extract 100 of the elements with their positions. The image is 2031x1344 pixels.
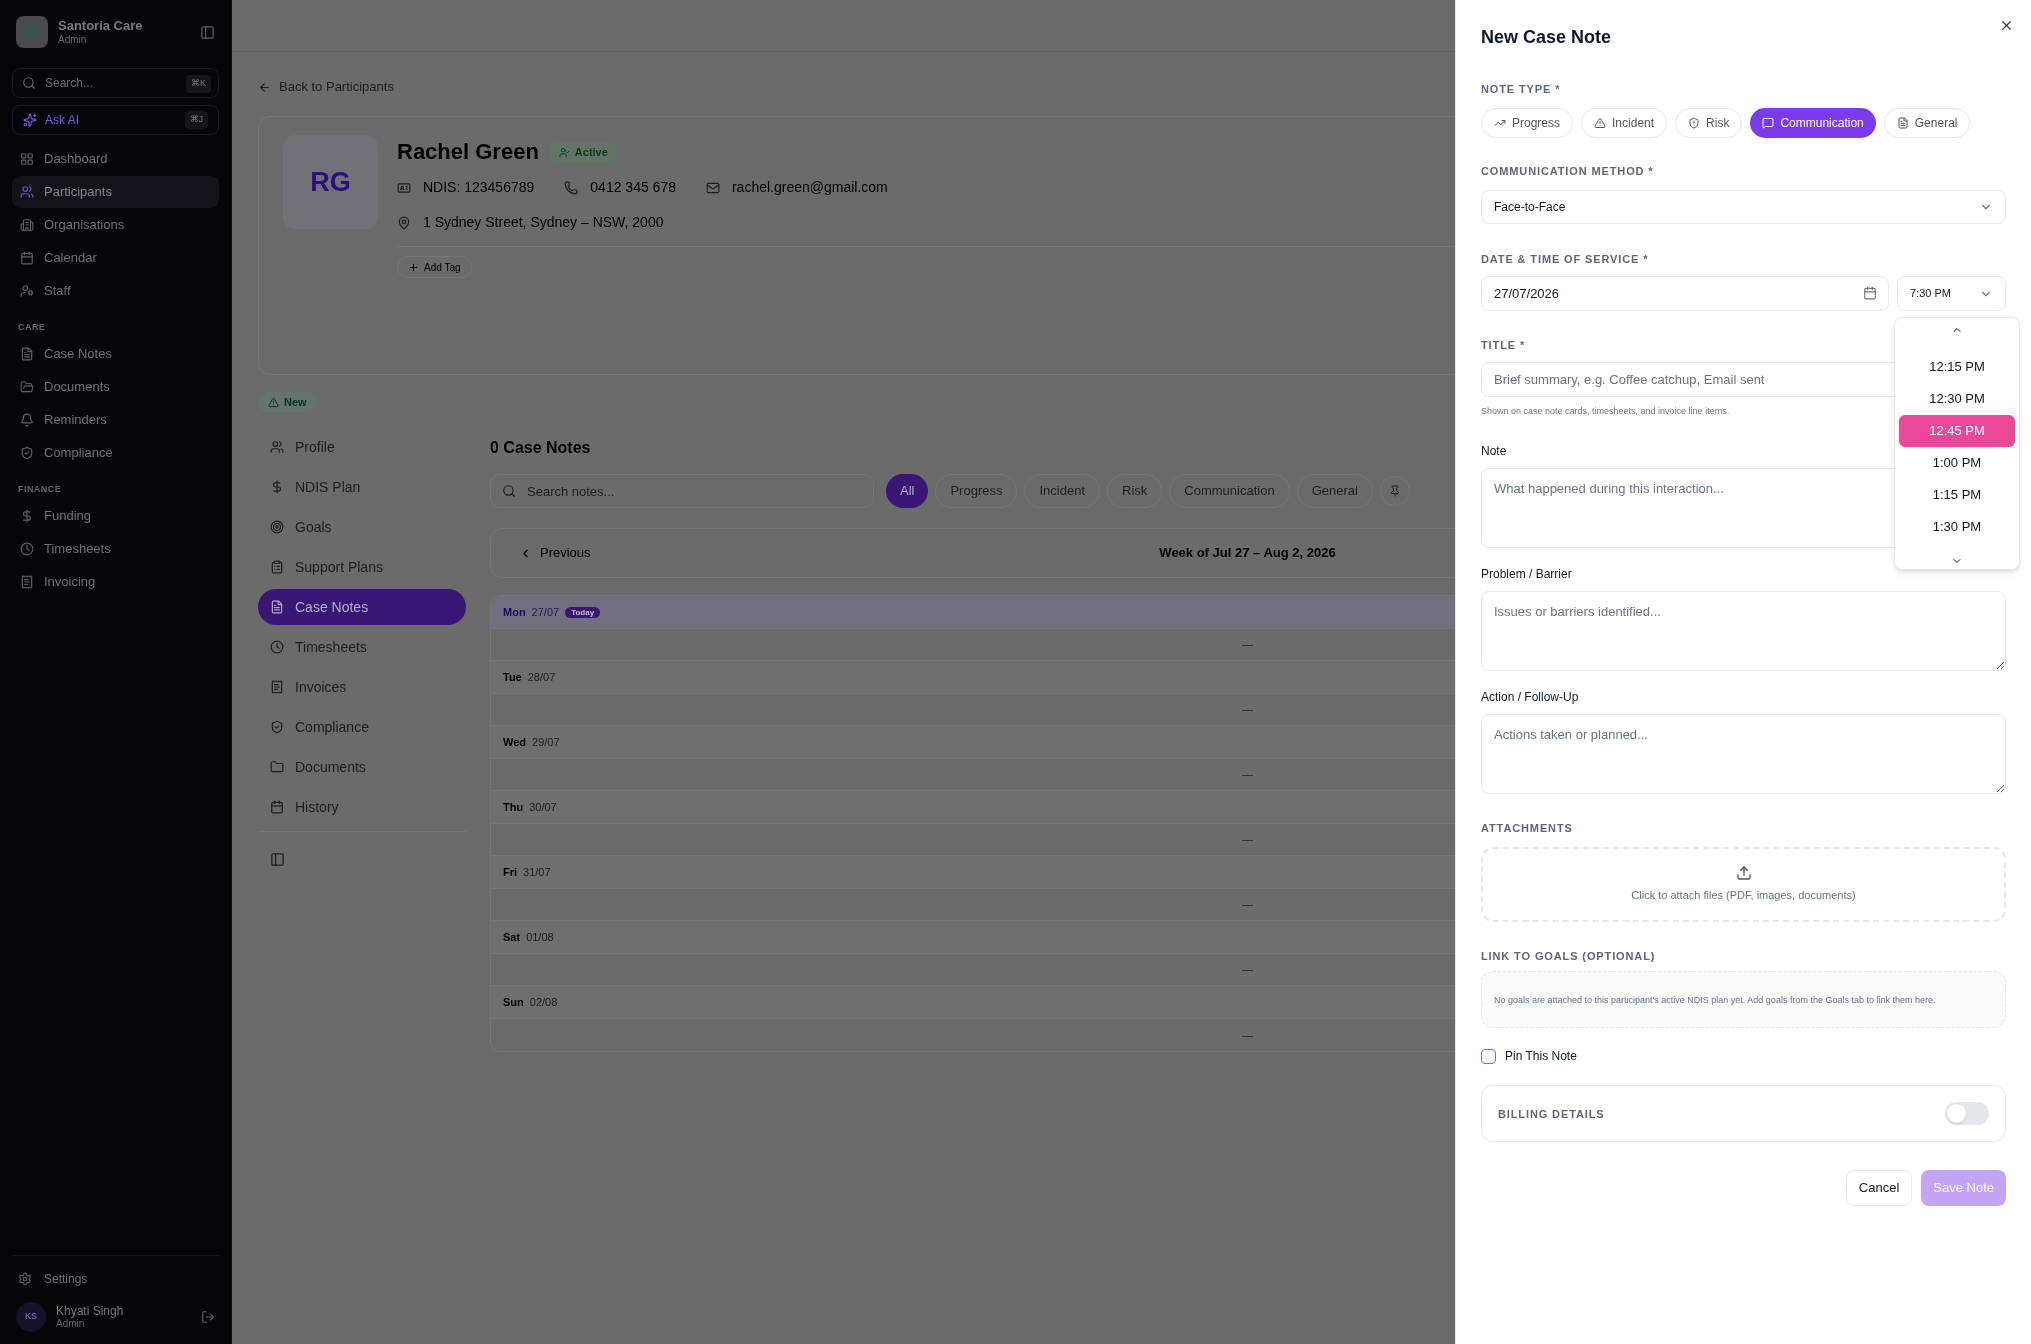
pin-checkbox[interactable] xyxy=(1481,1048,1496,1064)
sidebar-item[interactable]: Dashboard xyxy=(12,143,219,175)
chat-icon xyxy=(1762,117,1775,129)
sidebar-item[interactable]: Participants xyxy=(12,176,219,208)
dollar-icon xyxy=(20,509,34,523)
previous-week-button[interactable]: Previous xyxy=(519,543,591,563)
profile-tab[interactable]: Profile xyxy=(258,429,466,465)
plus-icon xyxy=(408,261,419,273)
day-name: Wed xyxy=(503,734,527,750)
profile-tab[interactable]: Timesheets xyxy=(258,629,466,665)
search-icon xyxy=(22,76,36,90)
ask-ai-button[interactable]: Ask AI ⌘J xyxy=(12,105,219,135)
sidebar-item[interactable]: Compliance xyxy=(12,437,219,469)
ndis-number: NDIS: 123456789 xyxy=(423,178,535,197)
id-card-icon xyxy=(397,180,411,195)
sidebar-item[interactable]: Calendar xyxy=(12,242,219,274)
shield-check-icon xyxy=(20,446,34,460)
clipboard-icon xyxy=(270,560,284,574)
filter-chip[interactable]: All xyxy=(886,474,929,508)
mail-icon xyxy=(705,180,720,195)
section-heading: FINANCE xyxy=(17,483,63,496)
profile-tab[interactable]: Invoices xyxy=(258,669,466,705)
warning-icon xyxy=(1594,117,1607,129)
profile-tab[interactable]: NDIS Plan xyxy=(258,469,466,505)
empty-dash: — xyxy=(1242,962,1253,978)
clock-icon xyxy=(270,640,284,654)
text-area[interactable]: Actions taken or planned... xyxy=(1481,714,2006,794)
date-field[interactable]: 27/07/2026 xyxy=(1481,276,1889,311)
note-type-chip[interactable]: Communication xyxy=(1750,108,1876,138)
sidebar-item[interactable]: Reminders xyxy=(12,404,219,436)
today-badge: Today xyxy=(565,606,601,618)
folder-icon xyxy=(270,760,284,774)
street-address: 1 Sydney Street, Sydney – NSW, 2000 xyxy=(423,213,664,232)
shield-check-icon xyxy=(270,720,284,734)
day-date: 31/07 xyxy=(523,864,551,880)
field-label: COMMUNICATION METHOD * xyxy=(1481,164,1654,178)
sidebar-item[interactable]: Organisations xyxy=(12,209,219,241)
calendar-icon xyxy=(270,800,284,814)
time-select[interactable]: 7:30 PM xyxy=(1897,276,2006,311)
shortcut-key: ⌘K xyxy=(186,75,211,93)
sidebar-item[interactable]: Invoicing xyxy=(12,566,219,598)
pin-label: Pin This Note xyxy=(1505,1048,1577,1065)
trend-icon xyxy=(1494,117,1506,129)
sidebar-item[interactable]: Staff xyxy=(12,275,219,307)
gear-icon xyxy=(18,1272,32,1286)
people-icon xyxy=(270,440,284,454)
settings-link[interactable]: Settings xyxy=(12,1270,94,1288)
day-date: 29/07 xyxy=(532,734,560,750)
shortcut-key: ⌘J xyxy=(184,111,208,129)
day-name: Tue xyxy=(503,669,522,685)
field-label: Problem / Barrier xyxy=(1481,567,1572,581)
profile-tab[interactable]: Support Plans xyxy=(258,549,466,585)
sidebar-item[interactable]: Documents xyxy=(12,371,219,403)
billing-toggle[interactable] xyxy=(1945,1102,1989,1125)
field-label: Note xyxy=(1481,444,1507,458)
field-hint: Shown on case note cards, timesheets, and invoice line items. xyxy=(1481,405,1730,417)
cancel-button[interactable]: Cancel xyxy=(1845,1170,1913,1206)
profile-tab[interactable]: Case Notes xyxy=(258,589,466,625)
sidebar-item[interactable]: Funding xyxy=(12,500,219,532)
profile-tab[interactable]: Documents xyxy=(258,749,466,785)
receipt-icon xyxy=(270,680,284,694)
profile-tab[interactable]: Compliance xyxy=(258,709,466,745)
phone-icon xyxy=(564,180,579,195)
document-icon xyxy=(270,600,284,614)
notes-search-field[interactable]: Search notes... xyxy=(490,474,874,508)
drawer-title: New Case Note xyxy=(1481,26,1612,48)
day-name: Sun xyxy=(503,994,524,1010)
attach-dropzone[interactable]: Click to attach files (PDF, images, documents) xyxy=(1481,847,2006,922)
empty-dash: — xyxy=(1242,637,1253,653)
status-badge: Active xyxy=(548,142,618,162)
text-area[interactable]: Issues or barriers identified... xyxy=(1481,591,2006,671)
billing-label: BILLING DETAILS xyxy=(1498,1106,1605,1121)
back-link[interactable]: Back to Participants xyxy=(258,78,394,96)
field-label: TITLE * xyxy=(1481,338,1526,352)
logo-icon xyxy=(16,16,48,48)
day-date: 30/07 xyxy=(529,799,557,815)
sparkles-icon xyxy=(23,113,37,127)
people-icon xyxy=(20,185,34,199)
sidebar-item[interactable]: Timesheets xyxy=(12,533,219,565)
collapse-panel-icon[interactable] xyxy=(270,852,285,867)
day-date: 01/08 xyxy=(526,929,554,945)
method-select[interactable]: Face-to-Face xyxy=(1481,190,2006,224)
empty-dash: — xyxy=(1242,702,1253,718)
participant-avatar: RG xyxy=(283,135,378,229)
email-address: rachel.green@gmail.com xyxy=(731,178,888,197)
profile-tab[interactable]: Goals xyxy=(258,509,466,545)
time-option[interactable]: 12:45 PM xyxy=(1899,415,2015,447)
folder-icon xyxy=(20,380,34,394)
profile-tab[interactable]: History xyxy=(258,789,466,825)
calendar-icon xyxy=(20,251,34,265)
section-heading: CARE xyxy=(17,321,47,334)
sidebar-item[interactable]: Case Notes xyxy=(12,338,219,370)
user-check-icon xyxy=(558,146,570,158)
search-icon xyxy=(502,484,516,498)
collapse-sidebar-icon[interactable] xyxy=(200,24,215,40)
field-label: DATE & TIME OF SERVICE * xyxy=(1481,252,1649,266)
logout-icon[interactable] xyxy=(201,1310,215,1324)
goals-message: No goals are attached to this participant's active NDIS plan yet. Add goals from the Goals tab to link them here. xyxy=(1494,993,1936,1007)
day-date: 27/07 xyxy=(531,604,560,620)
warning-icon xyxy=(268,396,279,408)
